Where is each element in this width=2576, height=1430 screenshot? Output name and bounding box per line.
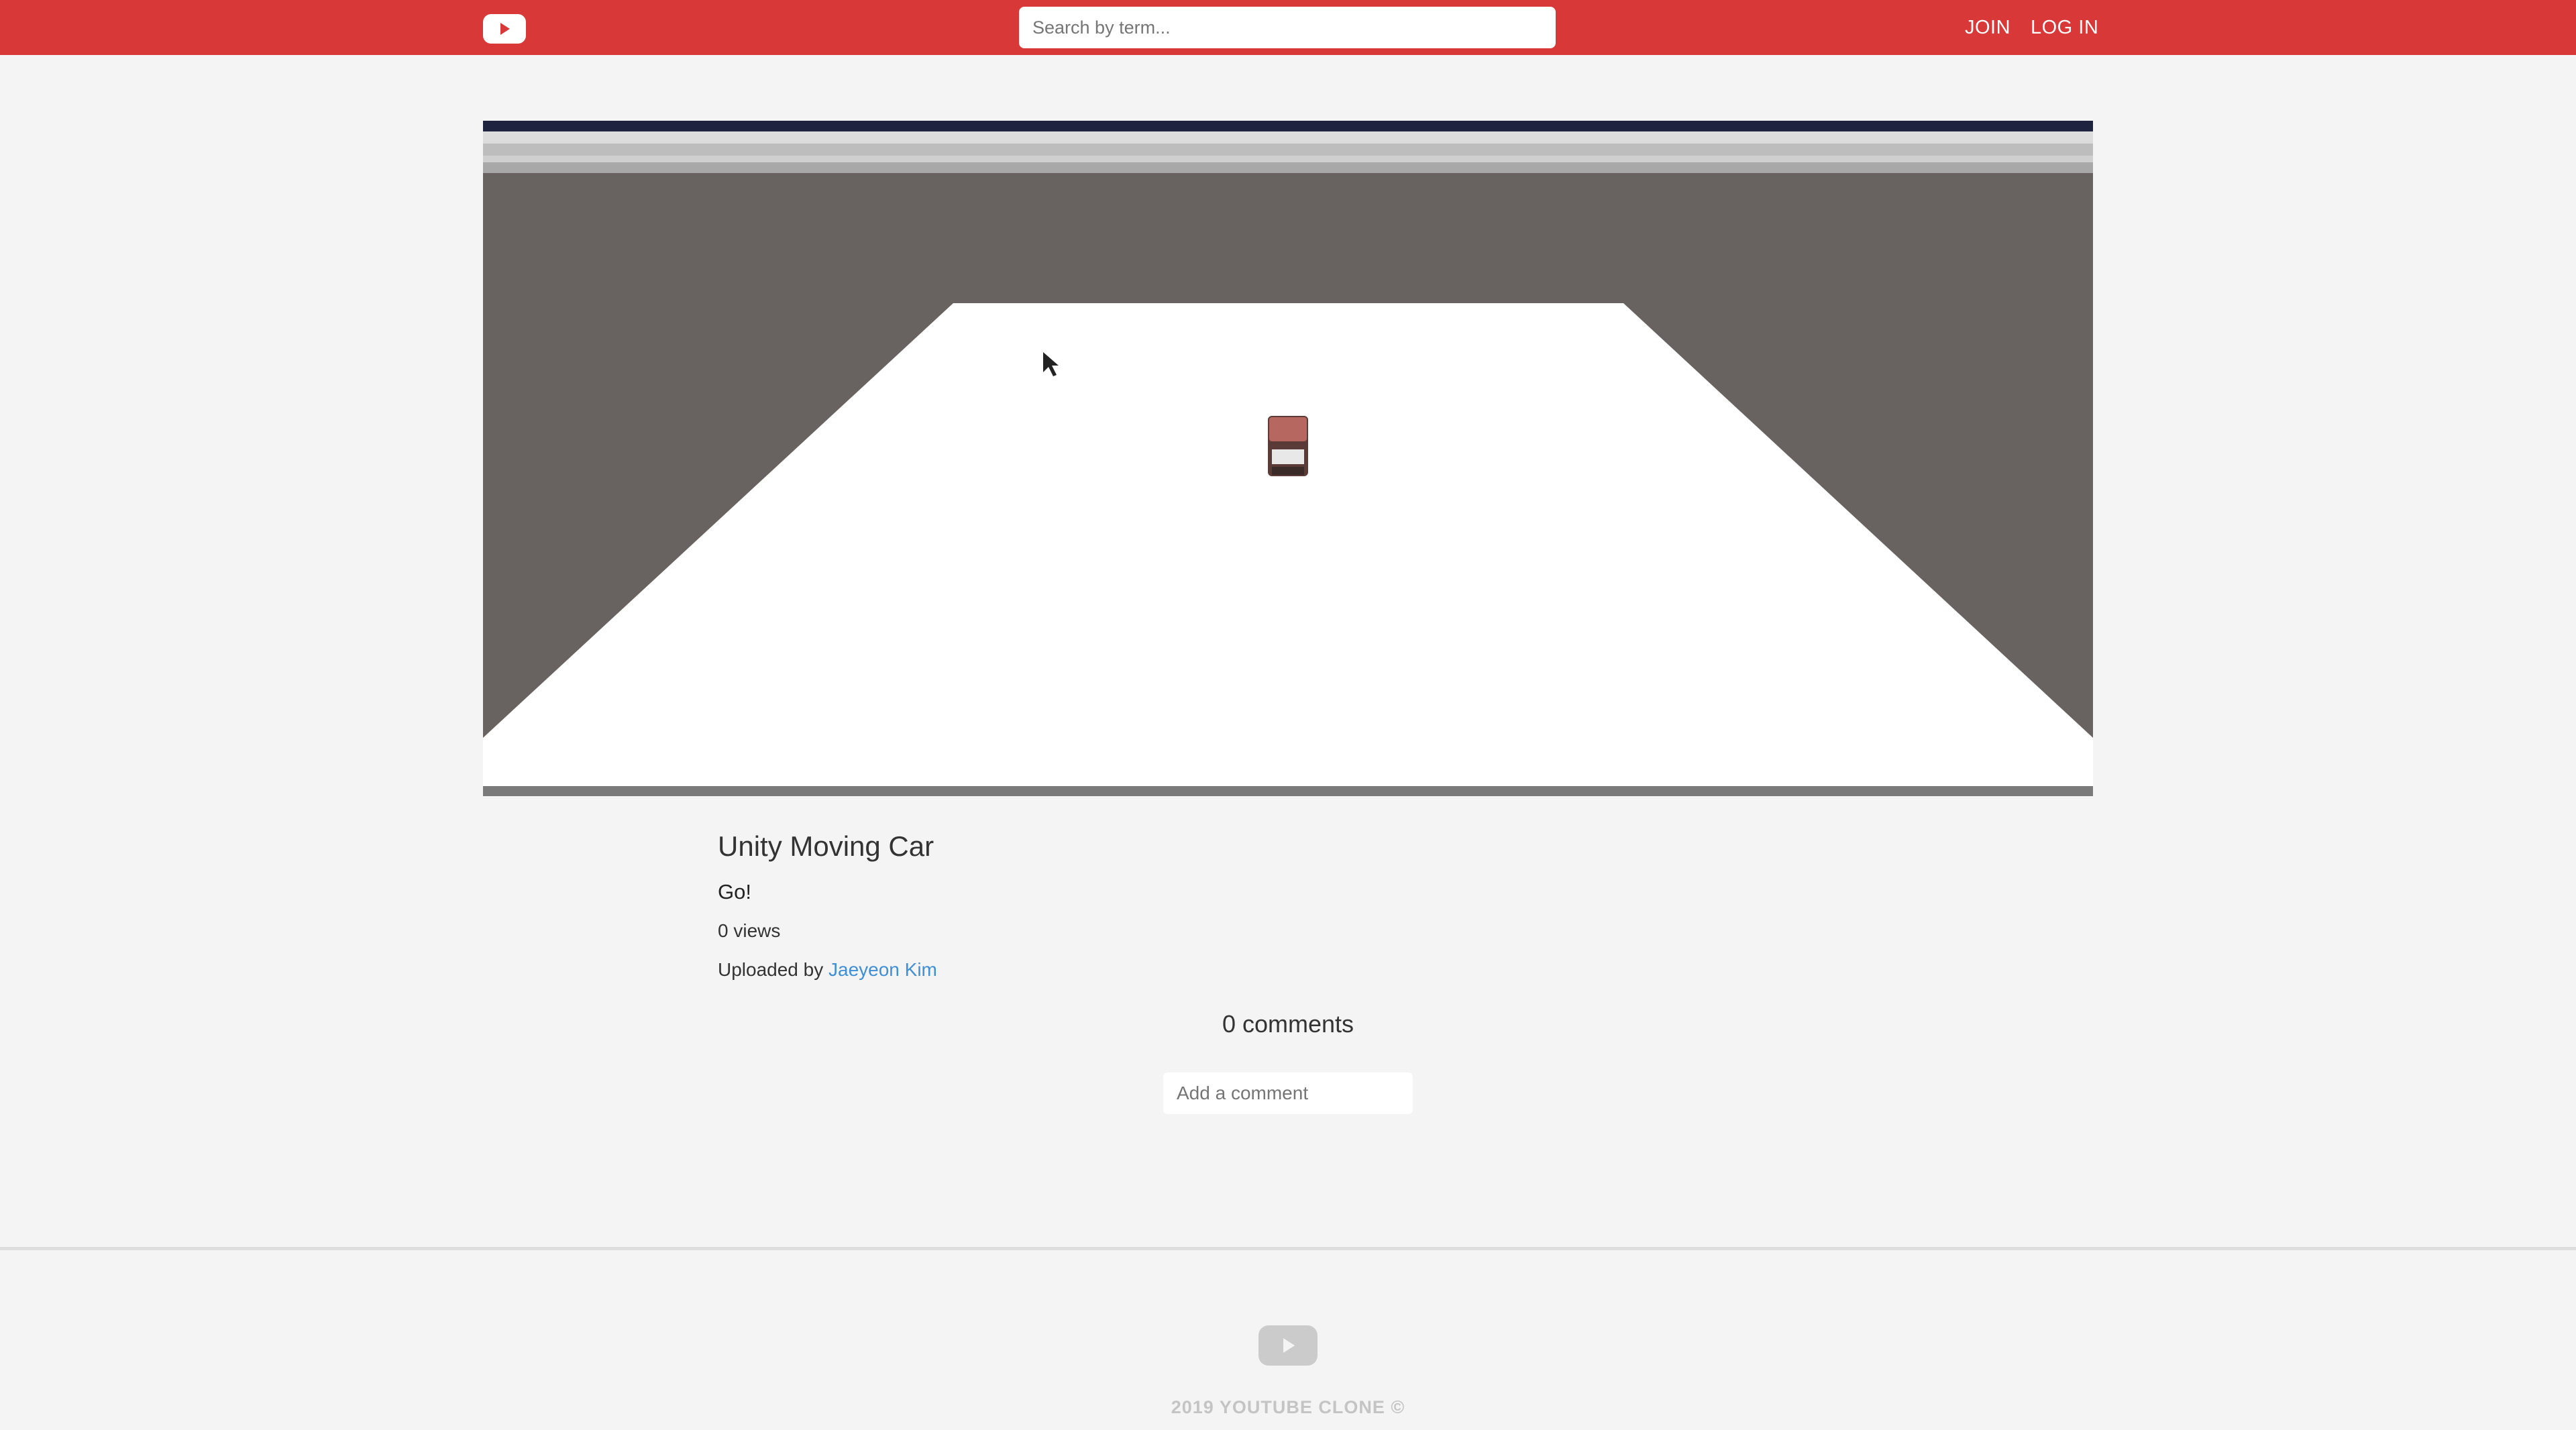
comment-input[interactable]: [1163, 1072, 1413, 1114]
video-description: Go!: [718, 880, 751, 903]
video-frame: [483, 121, 2093, 796]
uploaded-by-label: Uploaded by: [718, 959, 829, 980]
play-icon: [1283, 1338, 1295, 1353]
play-icon: [500, 23, 510, 35]
footer-logo: [1258, 1325, 1318, 1366]
uploaded-by: Uploaded by Jaeyeon Kim: [718, 959, 937, 981]
video-player[interactable]: [483, 121, 2093, 796]
footer-divider: [0, 1247, 2576, 1250]
top-navbar: JOIN LOG IN: [0, 0, 2576, 55]
video-title: Unity Moving Car: [718, 830, 934, 862]
car-shape: [1268, 416, 1308, 476]
home-logo-link[interactable]: [483, 14, 526, 44]
search-input[interactable]: [1019, 7, 1556, 48]
uploader-link[interactable]: Jaeyeon Kim: [828, 959, 937, 980]
video-views: 0 views: [718, 920, 781, 941]
footer-copyright: 2019 YOUTUBE CLONE ©: [1171, 1397, 1405, 1417]
login-link[interactable]: LOG IN: [2031, 17, 2098, 39]
join-link[interactable]: JOIN: [1965, 17, 2010, 39]
comments-count: 0 comments: [1222, 1010, 1354, 1038]
